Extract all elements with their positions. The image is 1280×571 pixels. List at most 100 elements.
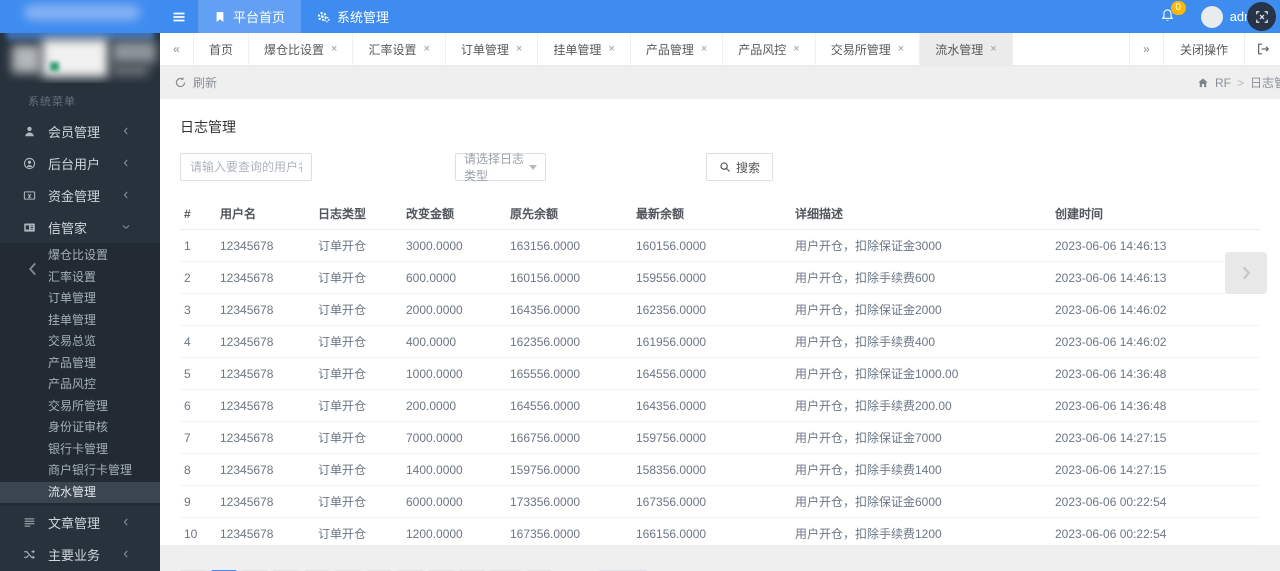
username-search-input[interactable] xyxy=(180,153,312,181)
table-body: 1 12345678 订单开仓 3000.0000 163156.0000 160156.… xyxy=(180,229,1260,550)
table-cell: 2000.0000 xyxy=(402,293,506,326)
chevron-left-icon xyxy=(24,260,42,278)
table-cell: 订单开仓 xyxy=(314,389,402,422)
gears-icon xyxy=(317,10,330,23)
topbar-right: 0 adm xyxy=(1160,0,1280,33)
sidebar-subitem-产品风控[interactable]: 产品风控 xyxy=(0,374,160,396)
tab-产品风控[interactable]: 产品风控 × xyxy=(723,33,816,65)
search-button[interactable]: 搜索 xyxy=(706,153,774,181)
logout-button[interactable] xyxy=(1244,33,1280,65)
table-cell: 订单开仓 xyxy=(314,517,402,550)
tab-交易所管理[interactable]: 交易所管理 × xyxy=(816,33,921,65)
table-cell: 2023-06-06 00:22:54 xyxy=(1051,517,1260,550)
notifications-button[interactable]: 0 xyxy=(1160,0,1186,26)
table-row: 7 12345678 订单开仓 7000.0000 166756.0000 159756.… xyxy=(180,421,1260,454)
tabs-scroll-left-button[interactable]: « xyxy=(160,33,194,65)
sidebar-subitem-银行卡管理[interactable]: 银行卡管理 xyxy=(0,439,160,461)
table-cell: 2023-06-06 14:46:02 xyxy=(1051,325,1260,358)
topnav-item-label: 平台首页 xyxy=(233,10,286,25)
sidebar-subitem-交易总览[interactable]: 交易总览 xyxy=(0,331,160,353)
tab-close-icon[interactable]: × xyxy=(898,43,904,55)
column-header-最新余额: 最新余额 xyxy=(632,197,791,230)
avatar[interactable] xyxy=(1200,5,1223,28)
table-cell: 3000.0000 xyxy=(402,229,506,262)
floating-next-button[interactable] xyxy=(1225,252,1267,294)
screenshot-overlay-button[interactable] xyxy=(1247,2,1276,31)
close-operations-button[interactable]: 关闭操作 xyxy=(1162,33,1244,65)
tab-close-icon[interactable]: × xyxy=(423,43,429,55)
table-cell: 164556.0000 xyxy=(506,389,632,422)
chevron-down-icon xyxy=(118,222,133,232)
tab-label: 交易所管理 xyxy=(830,42,891,57)
column-header-原先余额: 原先余额 xyxy=(506,197,632,230)
refresh-icon xyxy=(174,76,187,89)
table-cell: 12345678 xyxy=(216,389,314,422)
sidebar-item-label: 资金管理 xyxy=(48,188,101,204)
tab-close-icon[interactable]: × xyxy=(516,43,522,55)
tab-close-icon[interactable]: × xyxy=(701,43,707,55)
tab-订单管理[interactable]: 订单管理 × xyxy=(446,33,539,65)
tab-close-icon[interactable]: × xyxy=(331,43,337,55)
column-header-日志类型: 日志类型 xyxy=(314,197,402,230)
tab-首页[interactable]: 首页 xyxy=(194,33,250,65)
table-cell: 订单开仓 xyxy=(314,421,402,454)
sidebar-item-label: 后台用户 xyxy=(48,156,101,172)
tab-close-icon[interactable]: × xyxy=(608,43,614,55)
table-cell: 200.0000 xyxy=(402,389,506,422)
sidebar-subitem-流水管理[interactable]: 流水管理 xyxy=(0,481,160,503)
chevron-left-icon xyxy=(118,126,133,136)
logout-icon xyxy=(1256,42,1270,56)
sidebar-section-label: 系统菜单 xyxy=(28,96,76,108)
table-cell: 8 xyxy=(180,453,216,486)
table-cell: 161956.0000 xyxy=(632,325,791,358)
topnav-item-系统管理[interactable]: 系统管理 xyxy=(301,0,405,33)
table-cell: 159756.0000 xyxy=(506,453,632,486)
search-icon xyxy=(719,161,731,173)
sidebar-item-后台用户[interactable]: 后台用户 xyxy=(0,147,160,179)
tab-流水管理[interactable]: 流水管理 × xyxy=(920,33,1013,65)
tab-list: 首页 爆仓比设置 × 汇率设置 × 订单管理 × 挂单管理 × 产品管理 × 产品风控 × 交易所管理 × 流… xyxy=(194,33,1013,65)
topnav-item-平台首页[interactable]: 平台首页 xyxy=(198,0,302,33)
tab-爆仓比设置[interactable]: 爆仓比设置 × xyxy=(249,33,354,65)
tab-label: 流水管理 xyxy=(935,42,984,57)
sidebar-item-文章管理[interactable]: 文章管理 xyxy=(0,506,160,538)
table-cell: 6 xyxy=(180,389,216,422)
table-cell: 7 xyxy=(180,421,216,454)
tab-汇率设置[interactable]: 汇率设置 × xyxy=(353,33,446,65)
sidebar-subitem-身份证审核[interactable]: 身份证审核 xyxy=(0,417,160,439)
table-cell: 600.0000 xyxy=(402,261,506,294)
tab-close-icon[interactable]: × xyxy=(793,43,799,55)
refresh-button[interactable]: 刷新 xyxy=(174,74,217,91)
hamburger-menu-button[interactable] xyxy=(160,0,198,33)
sidebar-subitem-商户银行卡管理[interactable]: 商户银行卡管理 xyxy=(0,460,160,482)
table-cell: 订单开仓 xyxy=(314,261,402,294)
bookmark-icon xyxy=(214,11,226,23)
tab-close-icon[interactable]: × xyxy=(990,43,996,55)
floating-prev-button[interactable] xyxy=(24,260,42,281)
table-cell: 10 xyxy=(180,517,216,550)
sidebar-subitem-交易所管理[interactable]: 交易所管理 xyxy=(0,396,160,418)
table-cell: 订单开仓 xyxy=(314,485,402,518)
breadcrumb-root[interactable]: RF xyxy=(1215,76,1231,90)
sidebar-item-资金管理[interactable]: 资金管理 xyxy=(0,179,160,211)
tabs-scroll-right-button[interactable]: » xyxy=(1128,33,1163,65)
tab-挂单管理[interactable]: 挂单管理 × xyxy=(538,33,631,65)
table-cell: 用户开仓，扣除手续费1400 xyxy=(791,453,1051,486)
sidebar-subitem-挂单管理[interactable]: 挂单管理 xyxy=(0,310,160,332)
tab-label: 产品管理 xyxy=(645,42,694,57)
funds-icon xyxy=(22,189,37,202)
logo-blur-block xyxy=(50,62,59,71)
caret-down-icon xyxy=(529,164,537,170)
sidebar-subitem-订单管理[interactable]: 订单管理 xyxy=(0,288,160,310)
sidebar-subitem-产品管理[interactable]: 产品管理 xyxy=(0,353,160,375)
tab-产品管理[interactable]: 产品管理 × xyxy=(631,33,724,65)
log-type-select[interactable]: 请选择日志类型 xyxy=(455,152,546,183)
table-cell: 用户开仓，扣除保证金3000 xyxy=(791,229,1051,262)
sidebar-item-会员管理[interactable]: 会员管理 xyxy=(0,115,160,147)
table-cell: 12345678 xyxy=(216,293,314,326)
tab-label: 汇率设置 xyxy=(368,42,417,57)
sidebar-item-信管家[interactable]: 信管家 xyxy=(0,211,160,243)
logo-blur-block xyxy=(112,64,148,76)
sidebar-item-主要业务[interactable]: 主要业务 xyxy=(0,538,160,570)
table-cell: 166756.0000 xyxy=(506,421,632,454)
